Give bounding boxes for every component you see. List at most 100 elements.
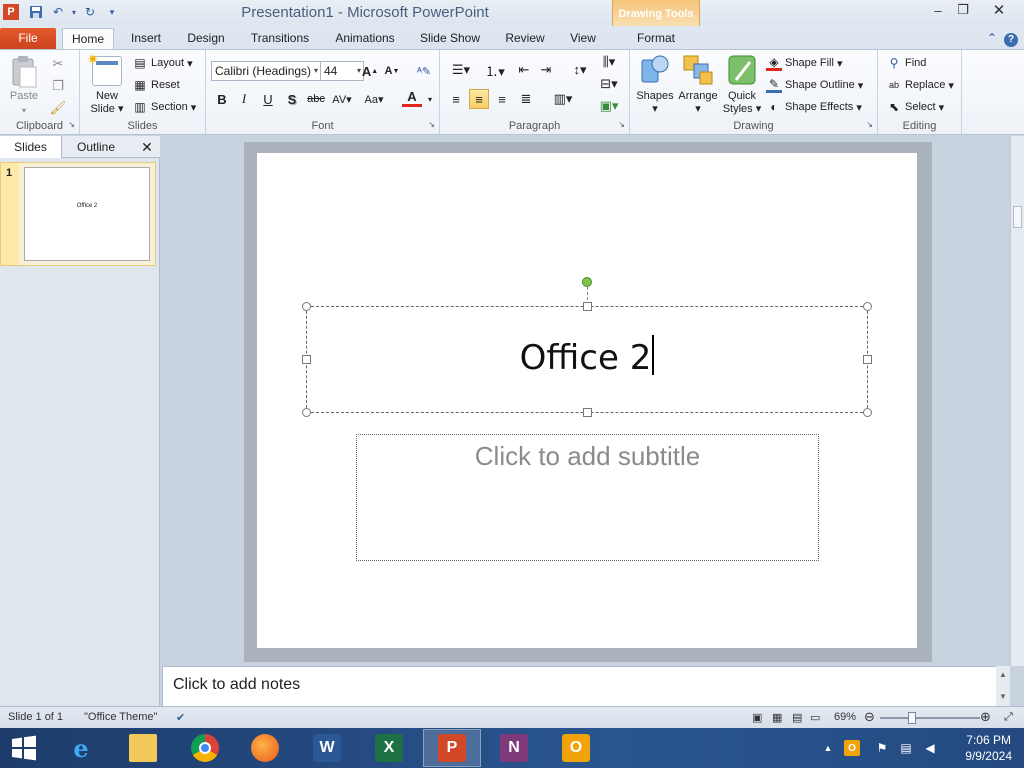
taskbar-excel[interactable]: X: [360, 729, 418, 767]
new-slide-icon[interactable]: ✷: [87, 51, 122, 86]
slide-thumbnail[interactable]: Office 2: [24, 167, 150, 261]
notes-scroll-up-icon[interactable]: ▲: [999, 670, 1007, 679]
notes-pane[interactable]: Click to add notes: [162, 666, 1010, 706]
paste-button[interactable]: Paste: [6, 90, 42, 103]
zoom-slider-thumb[interactable]: [908, 712, 916, 724]
format-painter-icon[interactable]: 🖌: [48, 98, 68, 118]
reset-button[interactable]: ▦ Reset: [132, 77, 179, 93]
minimize-button[interactable]: –: [925, 0, 951, 20]
slide-sorter-icon[interactable]: ▦: [772, 711, 782, 724]
character-spacing-icon[interactable]: AV▾: [332, 89, 352, 109]
tab-animations[interactable]: Animations: [330, 28, 400, 50]
tab-slide-show[interactable]: Slide Show: [414, 28, 486, 50]
outlook-tray-icon[interactable]: O: [844, 740, 860, 756]
taskbar-file-explorer[interactable]: [114, 729, 172, 767]
tab-format[interactable]: Format: [626, 28, 686, 50]
grow-font-icon[interactable]: A ▲: [360, 61, 380, 81]
shrink-font-icon[interactable]: A ▼: [382, 61, 402, 81]
decrease-indent-icon[interactable]: ⇤: [514, 60, 534, 80]
find-button[interactable]: ⚲ Find: [886, 55, 927, 71]
tab-design[interactable]: Design: [180, 28, 232, 50]
increase-indent-icon[interactable]: ⇥: [536, 60, 556, 80]
shape-fill-button[interactable]: ◈ Shape Fill ▾: [766, 55, 843, 71]
slide-thumbnail-row[interactable]: 1 Office 2: [0, 162, 156, 266]
spell-check-icon[interactable]: ✔: [176, 711, 185, 724]
change-case-icon[interactable]: Aa▾: [364, 89, 384, 109]
clear-formatting-icon[interactable]: ᴬ✎: [414, 61, 434, 81]
text-shadow-icon[interactable]: S: [282, 89, 302, 109]
paste-icon[interactable]: [10, 55, 38, 89]
resize-handle-top-left[interactable]: [302, 302, 311, 311]
convert-to-smartart-icon[interactable]: ▣▾: [596, 96, 622, 116]
close-panel-icon[interactable]: ✕: [136, 136, 158, 158]
arrange-icon[interactable]: [682, 54, 714, 86]
resize-handle-bottom[interactable]: [583, 408, 592, 417]
subtitle-placeholder[interactable]: Click to add subtitle: [356, 434, 819, 561]
align-text-icon[interactable]: ⊟▾: [596, 74, 622, 94]
start-button[interactable]: [0, 729, 48, 767]
shape-effects-button[interactable]: ◐ Shape Effects ▾: [766, 99, 862, 115]
resize-handle-right[interactable]: [863, 355, 872, 364]
section-button[interactable]: ▥ Section ▾: [132, 99, 196, 115]
zoom-level[interactable]: 69%: [834, 711, 856, 723]
help-icon[interactable]: ?: [1002, 28, 1020, 50]
taskbar-internet-explorer[interactable]: e: [52, 729, 110, 767]
system-clock[interactable]: 7:06 PM 9/9/2024: [965, 732, 1012, 764]
bold-icon[interactable]: B: [212, 89, 232, 109]
taskbar-word[interactable]: W: [298, 729, 356, 767]
taskbar-powerpoint[interactable]: P: [423, 729, 481, 767]
vertical-scrollbar[interactable]: [1010, 136, 1024, 666]
underline-icon[interactable]: U: [258, 89, 278, 109]
clipboard-launcher-icon[interactable]: ↘: [68, 120, 75, 129]
theme-name[interactable]: "Office Theme": [84, 711, 157, 723]
new-slide-label[interactable]: New Slide ▾: [86, 90, 128, 116]
font-size-combo[interactable]: 44 ▾: [320, 61, 364, 81]
resize-handle-left[interactable]: [302, 355, 311, 364]
quick-styles-button[interactable]: Quick Styles ▾: [720, 90, 764, 116]
copy-icon[interactable]: ❐: [48, 76, 68, 96]
shapes-button[interactable]: Shapes ▾: [632, 90, 678, 116]
shapes-icon[interactable]: [640, 54, 670, 86]
slide-show-icon[interactable]: ▭: [810, 711, 820, 724]
columns-icon[interactable]: ▥▾: [548, 89, 578, 109]
tab-slides[interactable]: Slides: [0, 136, 62, 158]
zoom-out-icon[interactable]: ⊖: [864, 709, 875, 725]
strikethrough-icon[interactable]: abc: [306, 89, 326, 109]
italic-icon[interactable]: I: [234, 89, 254, 109]
tab-view[interactable]: View: [563, 28, 603, 50]
tab-outline[interactable]: Outline: [64, 136, 128, 158]
arrange-button[interactable]: Arrange ▾: [676, 90, 720, 116]
quick-styles-icon[interactable]: [728, 54, 758, 86]
resize-handle-top[interactable]: [583, 302, 592, 311]
fit-slide-icon[interactable]: ⤢: [1004, 711, 1013, 724]
tab-review[interactable]: Review: [500, 28, 550, 50]
resize-handle-bottom-left[interactable]: [302, 408, 311, 417]
rotation-handle[interactable]: [582, 277, 592, 287]
paste-dropdown-icon[interactable]: ▾: [16, 104, 32, 117]
title-text-container[interactable]: Office 2: [307, 335, 867, 378]
network-icon[interactable]: ▤: [898, 740, 914, 756]
taskbar-onenote[interactable]: N: [485, 729, 543, 767]
taskbar-chrome[interactable]: [176, 729, 234, 767]
cut-icon[interactable]: ✂: [48, 54, 68, 74]
font-launcher-icon[interactable]: ↘: [428, 120, 435, 129]
font-color-dropdown-icon[interactable]: ▾: [420, 89, 440, 109]
drawing-launcher-icon[interactable]: ↘: [866, 120, 873, 129]
resize-handle-bottom-right[interactable]: [863, 408, 872, 417]
tab-file[interactable]: File: [0, 28, 56, 50]
resize-handle-top-right[interactable]: [863, 302, 872, 311]
font-name-combo[interactable]: Calibri (Headings) ▾: [211, 61, 321, 81]
line-spacing-icon[interactable]: ↕▾: [566, 60, 594, 80]
layout-button[interactable]: ▤ Layout ▾: [132, 55, 192, 71]
text-direction-icon[interactable]: ⫼▾: [596, 52, 622, 72]
volume-icon[interactable]: ◀: [922, 740, 938, 756]
bullets-icon[interactable]: ☰▾: [446, 60, 476, 80]
tab-transitions[interactable]: Transitions: [244, 28, 316, 50]
zoom-slider[interactable]: [880, 717, 980, 719]
align-left-icon[interactable]: ≡: [446, 89, 466, 109]
tab-insert[interactable]: Insert: [124, 28, 168, 50]
minimize-ribbon-icon[interactable]: ⌃: [984, 28, 1000, 50]
show-hidden-icons-icon[interactable]: ▲: [820, 740, 836, 756]
numbering-icon[interactable]: ⒈▾: [480, 60, 510, 80]
taskbar-outlook[interactable]: O: [547, 729, 605, 767]
